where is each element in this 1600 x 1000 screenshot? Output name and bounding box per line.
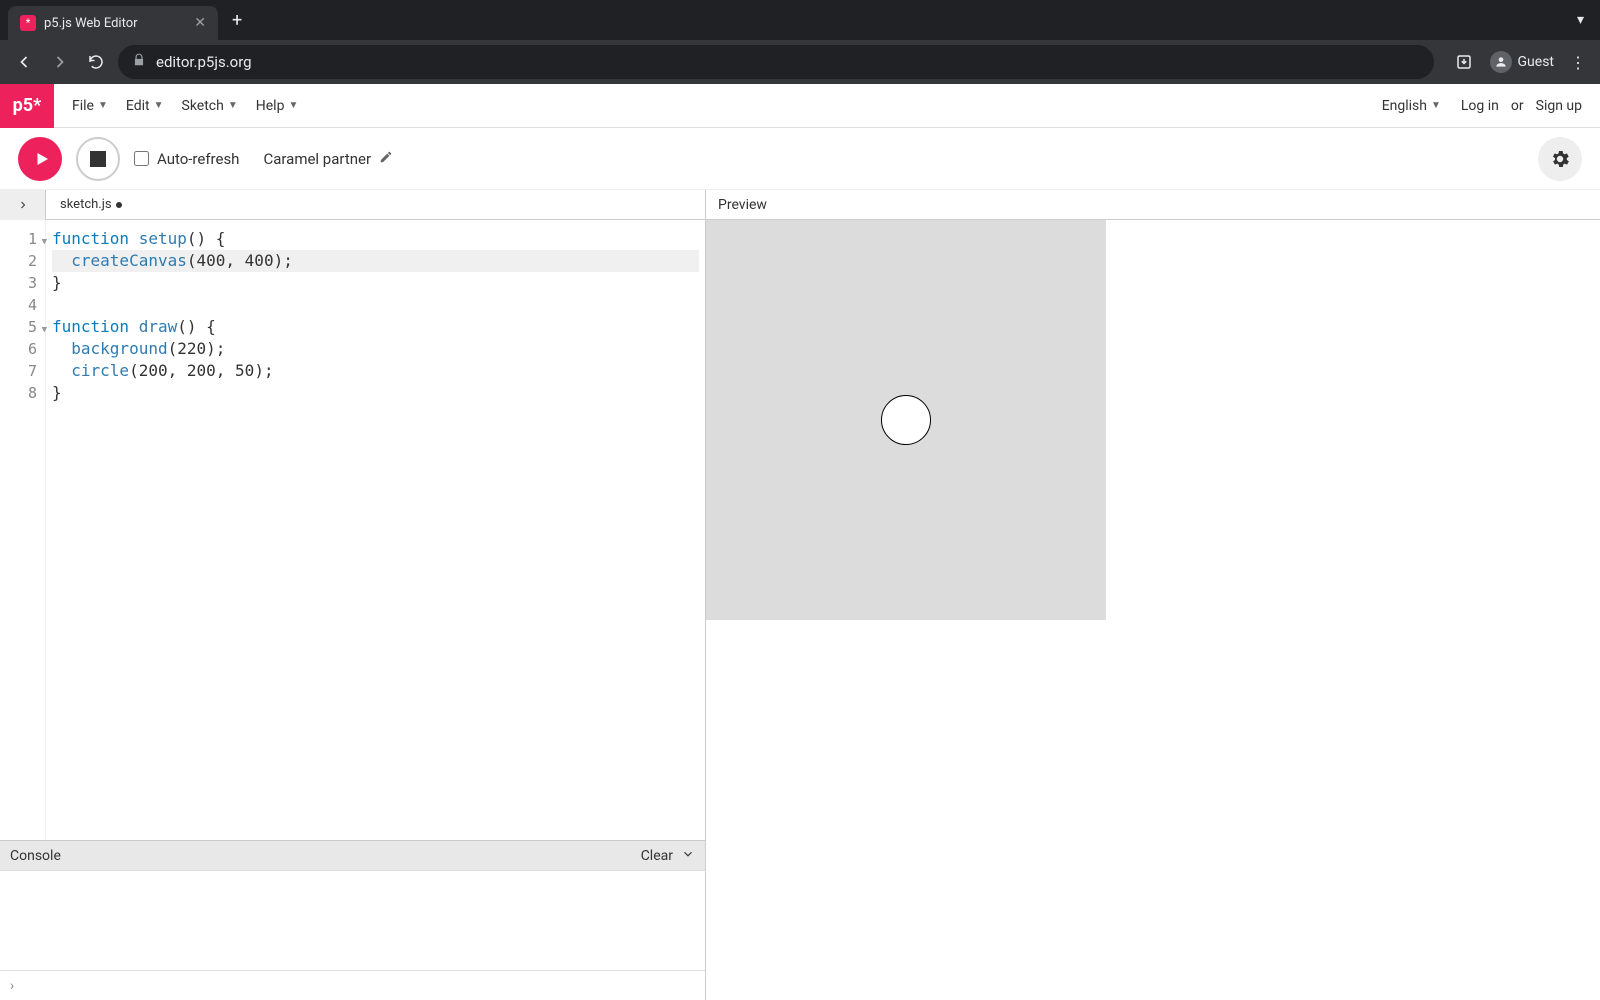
sketch-name-text: Caramel partner: [263, 150, 371, 168]
gutter: 1▼2345▼678: [0, 220, 46, 840]
app: p5* File▼Edit▼Sketch▼Help▼ English ▼ Log…: [0, 84, 1600, 1000]
nav-right: English ▼ Log in or Sign up: [1374, 92, 1600, 120]
guest-label: Guest: [1518, 54, 1554, 70]
install-app-icon[interactable]: [1450, 48, 1478, 76]
file-tab-row: sketch.js: [0, 190, 705, 220]
chevron-down-icon: ▼: [98, 100, 108, 111]
preview-label: Preview: [718, 197, 767, 213]
chrome-menu-icon[interactable]: ⋮: [1566, 53, 1590, 72]
menu-file[interactable]: File ▼: [64, 92, 116, 120]
code-line[interactable]: }: [52, 272, 699, 294]
login-link[interactable]: Log in: [1461, 98, 1499, 114]
lock-icon: [132, 53, 146, 71]
stop-button[interactable]: [76, 137, 120, 181]
language-label: English: [1382, 98, 1427, 114]
code-editor[interactable]: 1▼2345▼678 function setup() { createCanv…: [0, 220, 705, 840]
sketch-name[interactable]: Caramel partner: [263, 150, 393, 168]
browser-tab[interactable]: * p5.js Web Editor ✕: [8, 6, 218, 40]
tabs-dropdown-icon[interactable]: ▾: [1577, 12, 1584, 28]
menu-edit[interactable]: Edit ▼: [118, 92, 172, 120]
app-nav: p5* File▼Edit▼Sketch▼Help▼ English ▼ Log…: [0, 84, 1600, 128]
autorefresh-toggle[interactable]: Auto-refresh: [134, 150, 239, 168]
sketch-canvas[interactable]: [706, 220, 1106, 620]
address-bar[interactable]: editor.p5js.org: [118, 45, 1434, 79]
forward-button[interactable]: [46, 48, 74, 76]
code-line[interactable]: circle(200, 200, 50);: [52, 360, 699, 382]
chevron-down-icon: ▼: [288, 100, 298, 111]
menu-label: Help: [256, 98, 285, 114]
code-line[interactable]: }: [52, 382, 699, 404]
editor-column: sketch.js 1▼2345▼678 function setup() { …: [0, 190, 706, 1000]
p5-logo[interactable]: p5*: [0, 84, 54, 128]
console-prompt-icon: ›: [10, 978, 14, 994]
browser-toolbar: editor.p5js.org Guest ⋮: [0, 40, 1600, 84]
new-tab-button[interactable]: +: [232, 10, 242, 31]
clear-console-button[interactable]: Clear: [641, 848, 673, 864]
chevron-down-icon: ▼: [228, 100, 238, 111]
tab-title: p5.js Web Editor: [44, 16, 186, 31]
chevron-right-icon: [17, 199, 29, 211]
code-line[interactable]: function draw() {: [52, 316, 699, 338]
control-bar: Auto-refresh Caramel partner: [0, 128, 1600, 190]
console-output: [0, 870, 705, 970]
tab-strip: * p5.js Web Editor ✕ + ▾: [0, 0, 1600, 40]
menu-label: Sketch: [182, 98, 224, 114]
console-label: Console: [10, 848, 61, 864]
code-area[interactable]: function setup() { createCanvas(400, 400…: [46, 220, 705, 840]
play-button[interactable]: [18, 137, 62, 181]
menu-label: File: [72, 98, 94, 114]
menu-help[interactable]: Help▼: [248, 92, 307, 120]
drawn-circle: [881, 395, 931, 445]
profile-badge[interactable]: Guest: [1490, 51, 1554, 73]
code-line[interactable]: background(220);: [52, 338, 699, 360]
console-actions: Clear: [641, 847, 695, 865]
menu-sketch[interactable]: Sketch ▼: [174, 92, 246, 120]
code-line[interactable]: function setup() {: [52, 228, 699, 250]
code-line[interactable]: createCanvas(400, 400);: [52, 250, 699, 272]
menu-bar: File▼Edit▼Sketch▼Help▼: [64, 92, 306, 120]
or-text: or: [1511, 98, 1524, 114]
close-tab-icon[interactable]: ✕: [194, 15, 206, 31]
unsaved-indicator-icon: [116, 202, 122, 208]
console-input-row[interactable]: ›: [0, 970, 705, 1000]
back-button[interactable]: [10, 48, 38, 76]
menu-label: Edit: [126, 98, 150, 114]
code-line[interactable]: [52, 294, 699, 316]
language-selector[interactable]: English ▼: [1374, 92, 1449, 120]
p5-favicon: *: [20, 15, 36, 31]
autorefresh-checkbox[interactable]: [134, 151, 149, 166]
chevron-down-icon: ▼: [1431, 100, 1441, 111]
preview-column: Preview: [706, 190, 1600, 1000]
toolbar-right: Guest ⋮: [1450, 48, 1590, 76]
url-text: editor.p5js.org: [156, 53, 252, 71]
reload-button[interactable]: [82, 48, 110, 76]
signup-link[interactable]: Sign up: [1536, 98, 1582, 114]
pencil-icon: [379, 150, 393, 168]
avatar-icon: [1490, 51, 1512, 73]
console-header: Console Clear: [0, 840, 705, 870]
autorefresh-label: Auto-refresh: [157, 150, 239, 168]
expand-sidebar-button[interactable]: [0, 190, 46, 220]
file-tab-label: sketch.js: [60, 197, 112, 212]
browser-chrome: * p5.js Web Editor ✕ + ▾ editor.p5js.org…: [0, 0, 1600, 84]
chevron-down-icon: ▼: [154, 100, 164, 111]
preview-area: [706, 220, 1600, 620]
preview-header: Preview: [706, 190, 1600, 220]
main-split: sketch.js 1▼2345▼678 function setup() { …: [0, 190, 1600, 1000]
file-tab[interactable]: sketch.js: [46, 197, 136, 212]
stop-icon: [90, 151, 106, 167]
gear-icon: [1549, 148, 1571, 170]
collapse-console-icon[interactable]: [681, 847, 695, 865]
settings-button[interactable]: [1538, 137, 1582, 181]
